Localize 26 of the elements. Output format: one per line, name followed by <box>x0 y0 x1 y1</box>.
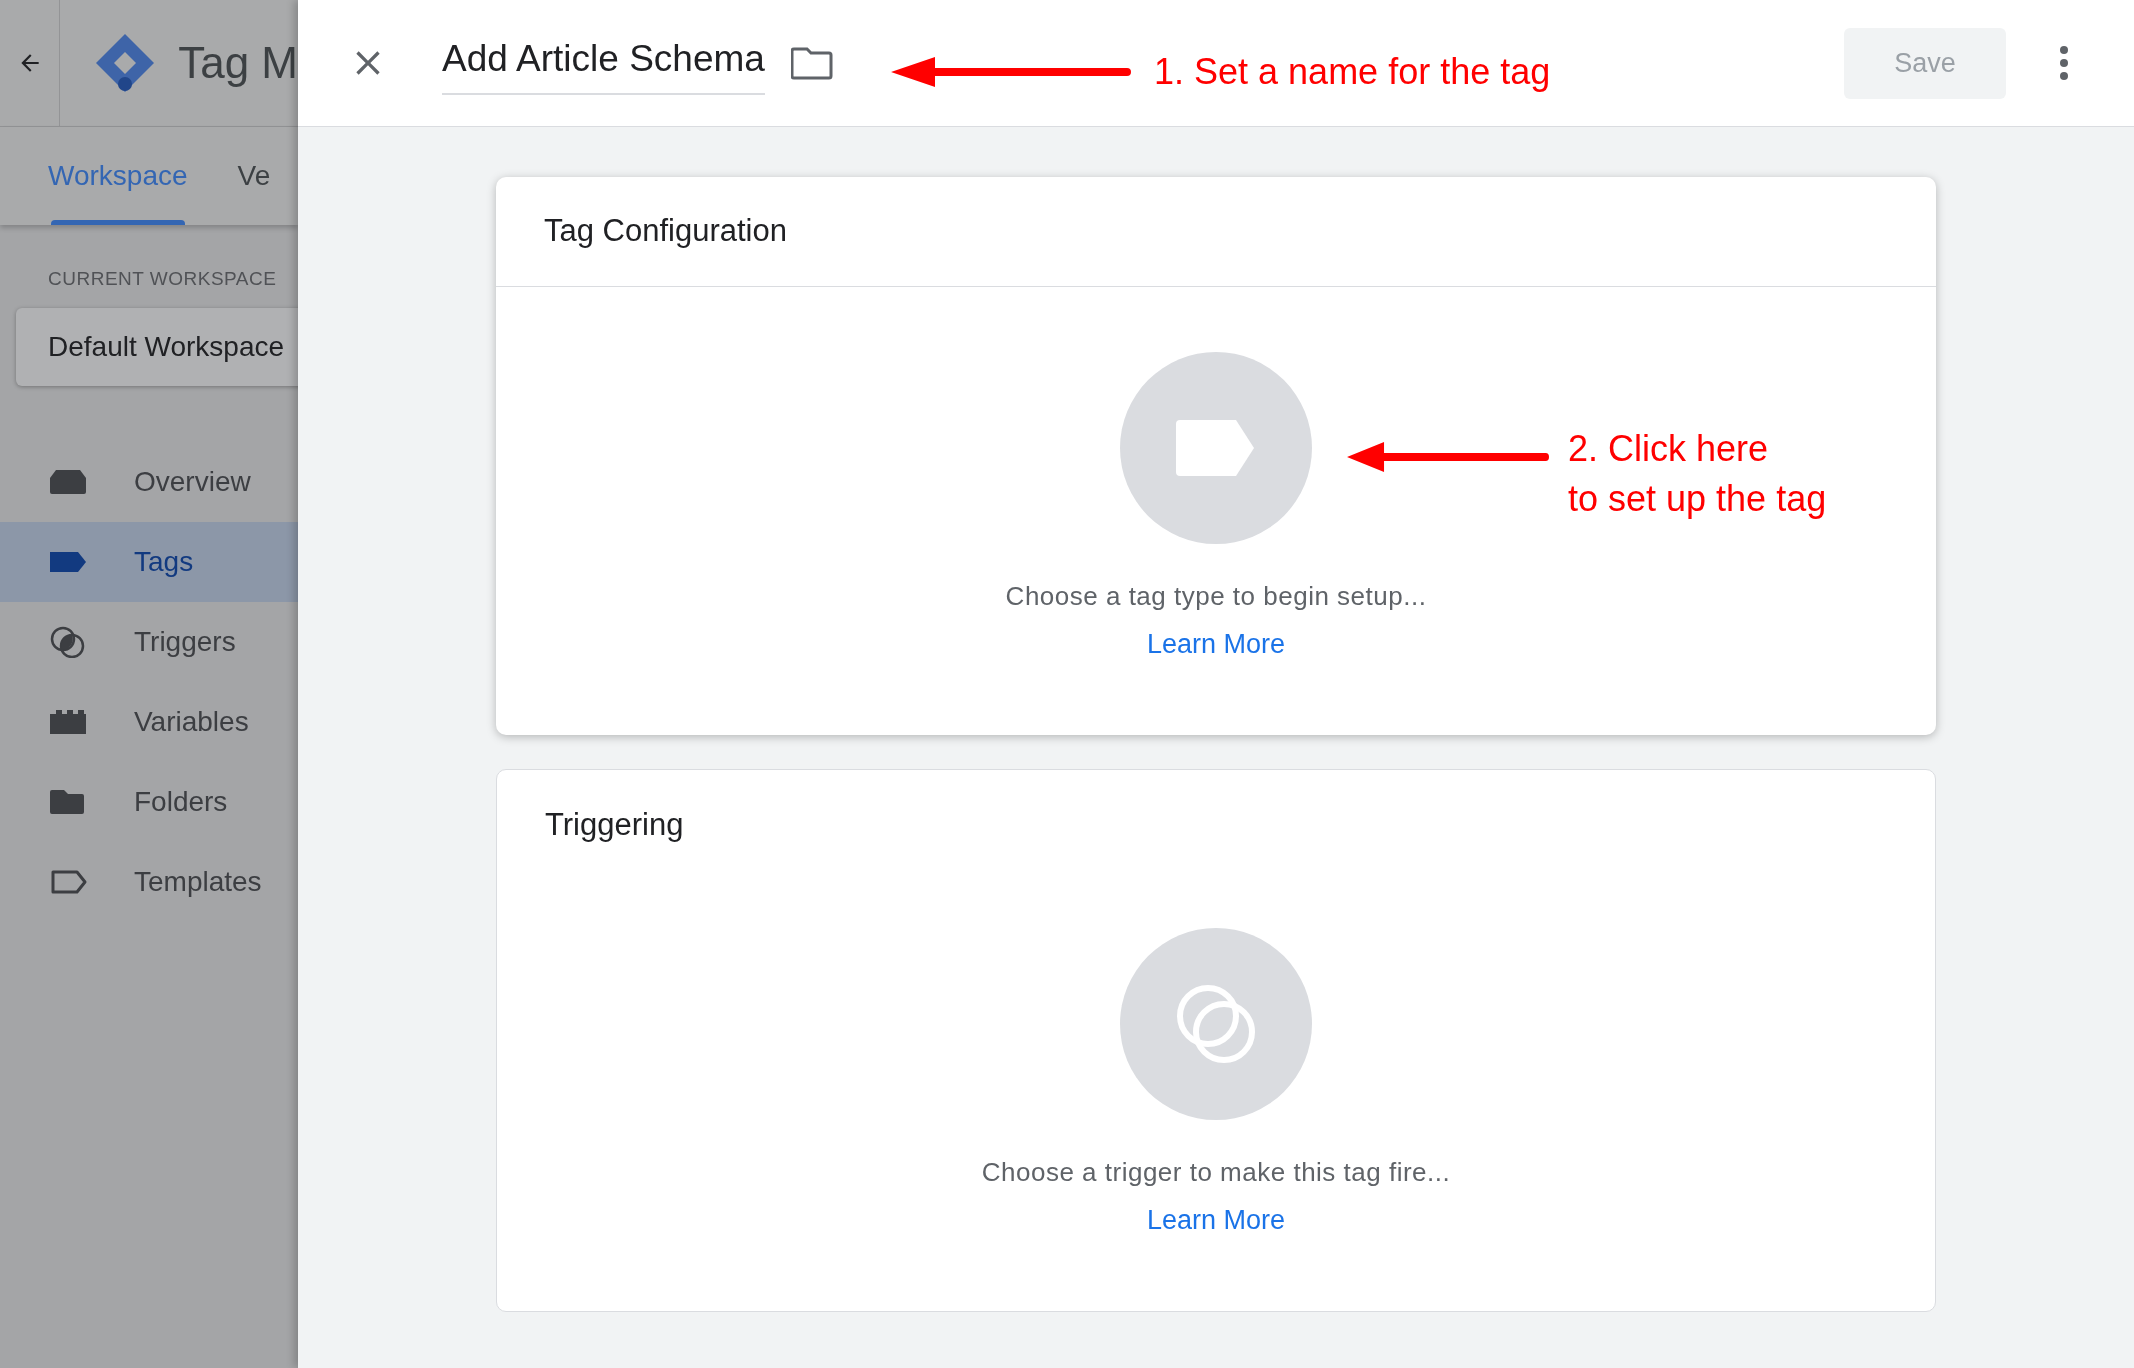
card-title: Tag Configuration <box>544 212 787 251</box>
nav-item[interactable]: Folders <box>0 761 298 842</box>
tab[interactable]: Ve <box>237 127 271 225</box>
nav-item[interactable]: Tags <box>0 521 298 602</box>
nav-item[interactable]: Triggers <box>0 601 298 682</box>
workspace-selector[interactable]: Default Workspace <box>16 307 298 386</box>
app-title: Tag M <box>178 37 298 89</box>
tab[interactable]: Workspace <box>48 127 188 225</box>
folder-icon[interactable] <box>790 46 833 80</box>
tag-name-field[interactable]: Add Article Schema <box>442 31 765 95</box>
diamond-logo-icon <box>94 32 157 94</box>
nav-item[interactable]: Templates <box>0 841 298 922</box>
nav-item[interactable]: Overview <box>0 441 298 522</box>
hint-text: Choose a tag type to begin setup... <box>1005 580 1427 613</box>
trigger-icon <box>1174 982 1258 1066</box>
more-options-icon[interactable] <box>2058 45 2070 81</box>
tag-icon <box>1176 420 1256 476</box>
hint-text: Choose a trigger to make this tag fire... <box>981 1156 1451 1189</box>
annotation-text: 2. Click here <box>1568 427 1770 471</box>
annotation-text: to set up the tag <box>1568 477 1827 521</box>
learn-more-link[interactable]: Learn More <box>1146 624 1286 665</box>
card-title: Triggering <box>545 805 684 844</box>
nav-item[interactable]: Variables <box>0 681 298 762</box>
annotation-text: 1. Set a name for the tag <box>1154 50 1551 94</box>
section-label: CURRENT WORKSPACE <box>48 267 278 291</box>
learn-more-link[interactable]: Learn More <box>1146 1200 1286 1241</box>
